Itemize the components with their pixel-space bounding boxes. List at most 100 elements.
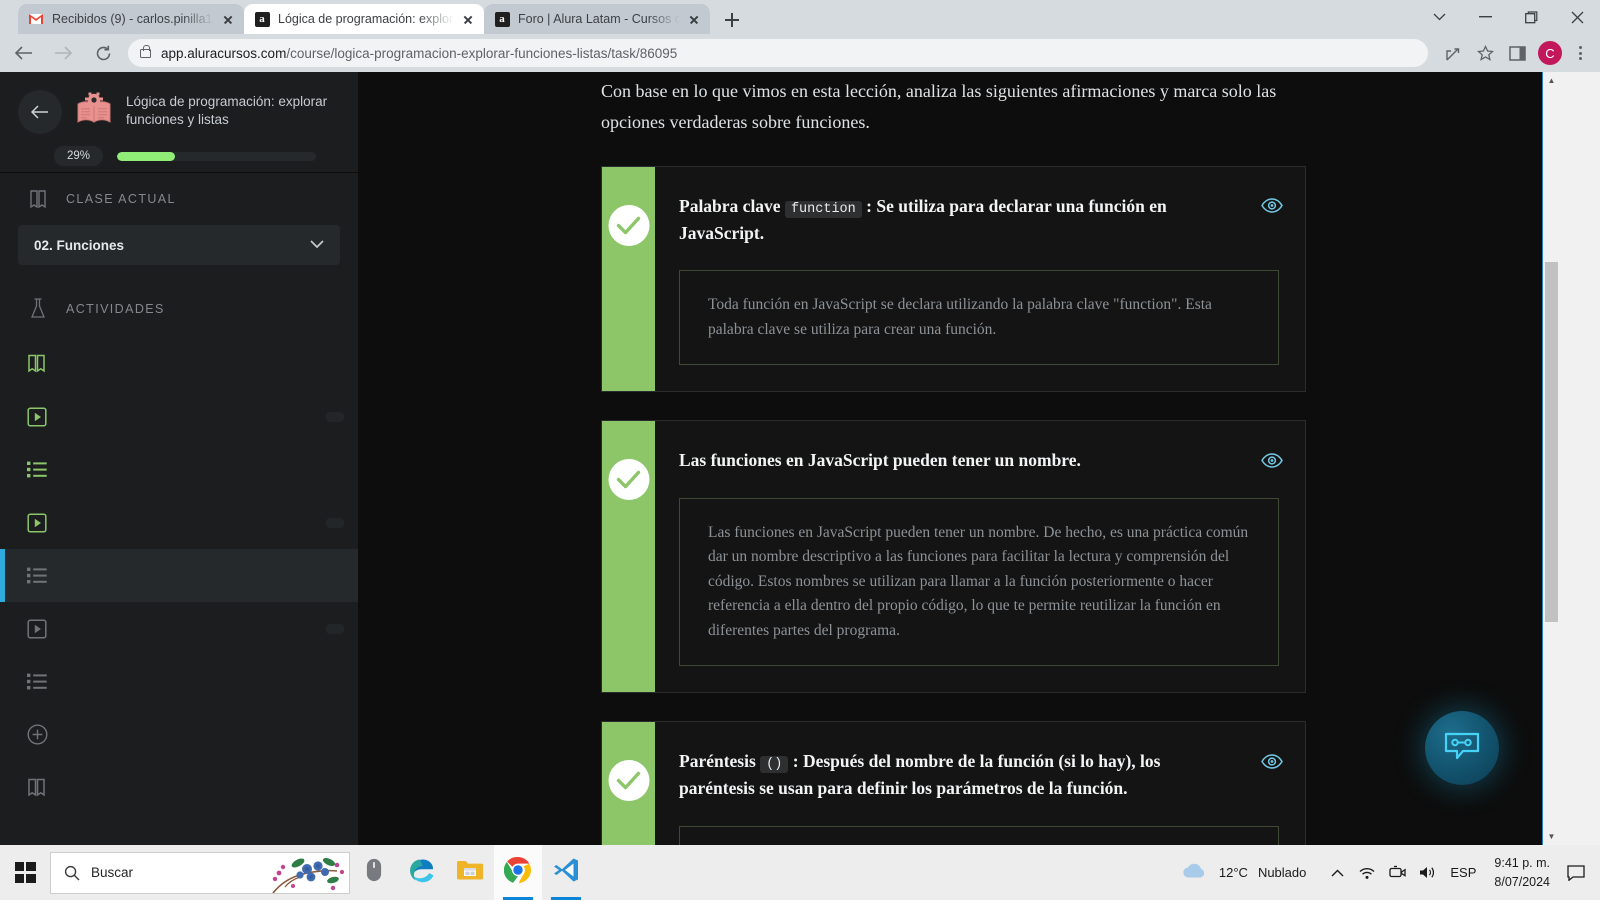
camera-privacy-icon[interactable] <box>1382 845 1412 900</box>
wifi-icon[interactable] <box>1352 845 1382 900</box>
activity-duration <box>326 517 344 528</box>
taskbar-app-vscode[interactable] <box>542 845 590 900</box>
tab-close-icon[interactable] <box>220 11 236 27</box>
chevron-down-icon <box>310 238 324 252</box>
alternative-card[interactable]: Las funciones en JavaScript pueden tener… <box>601 420 1306 694</box>
activity-item-02[interactable] <box>0 390 358 443</box>
new-tab-button[interactable] <box>720 8 744 32</box>
address-bar[interactable]: app.aluracursos.com/course/logica-progra… <box>128 39 1428 67</box>
activity-item-04[interactable] <box>0 496 358 549</box>
alternative-body: Paréntesis () : Después del nombre de la… <box>655 722 1305 845</box>
share-icon[interactable] <box>1438 38 1468 68</box>
alternative-card[interactable]: Palabra clave function : Se utiliza para… <box>601 165 1306 393</box>
eye-icon[interactable] <box>1261 449 1283 471</box>
activities-section-header: ACTIVIDADES <box>0 265 358 331</box>
course-back-button[interactable] <box>18 90 62 134</box>
course-title: Lógica de programación: explorar funcion… <box>126 94 328 127</box>
weather-widget[interactable]: 12°C Nublado <box>1181 862 1306 883</box>
eye-icon[interactable] <box>1261 195 1283 217</box>
scroll-down-arrow-icon[interactable]: ▼ <box>1543 828 1560 845</box>
tray-overflow-chevron-icon[interactable] <box>1322 845 1352 900</box>
taskbar-app-chrome[interactable] <box>494 845 542 900</box>
current-class-selector[interactable]: 02. Funciones <box>18 225 340 265</box>
correct-stripe <box>602 421 655 693</box>
activity-item-01[interactable] <box>0 337 358 390</box>
tab-search-dropdown-icon[interactable] <box>1416 0 1462 34</box>
lock-icon <box>140 44 151 58</box>
start-button[interactable] <box>0 845 50 900</box>
section-label: ACTIVIDADES <box>66 302 165 316</box>
notification-center-button[interactable] <box>1560 845 1592 900</box>
reload-button[interactable] <box>86 36 120 70</box>
check-circle-icon <box>608 760 649 802</box>
side-panel-icon[interactable] <box>1502 38 1532 68</box>
minimize-button[interactable] <box>1462 0 1508 34</box>
taskbar-search[interactable]: Buscar <box>50 851 350 894</box>
language-indicator[interactable]: ESP <box>1442 865 1484 880</box>
url-domain: app.aluracursos.com <box>161 45 287 61</box>
taskbar-app-edge[interactable] <box>398 845 446 900</box>
clock[interactable]: 9:41 p. m. 8/07/2024 <box>1484 854 1560 890</box>
forward-button[interactable] <box>46 36 80 70</box>
section-label: CLASE ACTUAL <box>66 192 176 206</box>
back-button[interactable] <box>6 36 40 70</box>
system-tray: 12°C Nublado ESP 9:41 p. m. 8/07/2024 <box>1181 845 1600 900</box>
clock-time: 9:41 p. m. <box>1494 856 1550 871</box>
browser-tab-alura-course[interactable]: a Lógica de programación: explora <box>244 4 484 34</box>
url-path: /course/logica-programacion-explorar-fun… <box>286 45 678 61</box>
chat-bubble-icon <box>1443 730 1481 767</box>
inline-code: () <box>760 756 789 774</box>
alternative-explanation: Las funciones en JavaScript pueden tener… <box>679 497 1279 667</box>
activity-duration <box>326 411 344 422</box>
edge-icon <box>408 856 436 889</box>
alternative-card[interactable]: Paréntesis () : Después del nombre de la… <box>601 721 1306 845</box>
activity-item-03[interactable] <box>0 443 358 496</box>
profile-avatar[interactable]: C <box>1538 41 1562 65</box>
volume-icon[interactable] <box>1412 845 1442 900</box>
scroll-up-arrow-icon[interactable]: ▲ <box>1543 72 1560 89</box>
maximize-button[interactable] <box>1508 0 1554 34</box>
chrome-menu-button[interactable] <box>1566 38 1594 68</box>
weather-temp: 12°C <box>1218 865 1248 880</box>
video-icon <box>26 406 48 428</box>
activity-item-07[interactable] <box>0 655 358 708</box>
taskbar-app-mouse-settings[interactable] <box>350 845 398 900</box>
cloud-icon <box>1181 862 1209 883</box>
video-icon <box>26 618 48 640</box>
activity-item-05[interactable] <box>0 549 358 602</box>
chat-assistant-button[interactable] <box>1425 711 1499 785</box>
activities-list <box>0 337 358 814</box>
alternative-explanation: Toda función en JavaScript se declara ut… <box>679 270 1279 366</box>
search-icon <box>61 865 83 881</box>
browser-tab-gmail[interactable]: Recibidos (9) - carlos.pinilla1@do <box>18 4 244 34</box>
alternative-body: Palabra clave function : Se utiliza para… <box>655 167 1305 391</box>
gmail-icon <box>28 11 44 27</box>
weather-desc: Nublado <box>1257 865 1307 880</box>
bookmark-star-icon[interactable] <box>1470 38 1500 68</box>
eye-icon[interactable] <box>1261 750 1283 772</box>
file-explorer-icon <box>456 858 484 887</box>
course-header: Lógica de programación: explorar funcion… <box>0 72 358 172</box>
correct-stripe <box>602 722 655 845</box>
tab-close-icon[interactable] <box>460 11 476 27</box>
progress-bar-fill <box>117 151 175 161</box>
browser-tab-alura-forum[interactable]: a Foro | Alura Latam - Cursos onlin <box>484 4 710 34</box>
scrollbar-thumb[interactable] <box>1545 262 1558 622</box>
inline-code: function <box>784 200 862 218</box>
taskbar-app-file-explorer[interactable] <box>446 845 494 900</box>
current-class-section-header: CLASE ACTUAL <box>0 173 358 221</box>
alternative-explanation: Los paréntesis en una función en JavaScr… <box>679 825 1279 845</box>
alura-icon: a <box>254 11 270 27</box>
activity-item-06[interactable] <box>0 602 358 655</box>
tab-close-icon[interactable] <box>686 11 702 27</box>
course-sidebar: Lógica de programación: explorar funcion… <box>0 72 358 845</box>
plus-circle-icon <box>26 724 48 746</box>
list-icon <box>26 565 48 587</box>
task-intro-text: Con base en lo que vimos en esta lección… <box>601 81 1277 132</box>
check-circle-icon <box>608 459 649 501</box>
activity-item-08[interactable] <box>0 708 358 761</box>
page-scrollbar[interactable]: ▲ ▼ <box>1542 72 1559 845</box>
activity-item-09[interactable] <box>0 761 358 814</box>
alternative-title: Paréntesis () : Después del nombre de la… <box>679 751 1161 799</box>
close-button[interactable] <box>1554 0 1600 34</box>
